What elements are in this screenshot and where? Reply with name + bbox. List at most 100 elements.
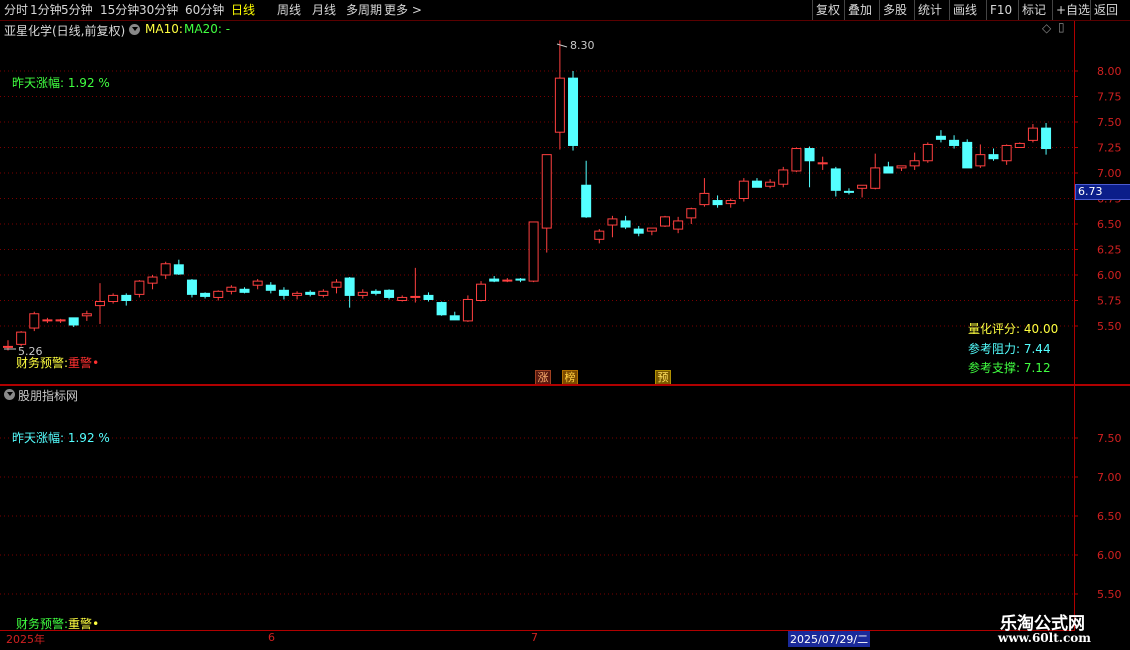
finance-warning-value: 重警 [68,356,93,370]
main-y-axis [1074,21,1075,385]
candle-body [121,294,132,301]
y-tick-label: 5.75 [1097,295,1122,308]
candle-body [502,279,513,282]
finance-warning: 财务预警:重警• [16,354,99,371]
candlestick-chart[interactable]: 8.007.757.507.257.006.756.506.256.005.75… [0,0,1130,385]
y-tick-label: 6.50 [1097,218,1122,231]
candle-body [765,181,776,187]
candle-body [817,162,828,165]
quant-score: 量化评分: 40.00 [968,320,1058,337]
candle-body [436,302,447,316]
high-marker [556,43,568,48]
candle-body [843,190,854,193]
candle-body [883,166,894,174]
candle-body [331,281,342,288]
candle-body [804,148,815,162]
candle-body [81,313,92,317]
candle-body [607,218,618,226]
candle-body [922,143,933,162]
candle-body [541,154,552,229]
sub-y-axis [1074,386,1075,630]
tag-limit-up[interactable]: 涨 [535,370,551,385]
yesterday-change-text: 昨天涨幅: [12,76,68,90]
candle-body [712,200,723,206]
candle-body [935,135,946,140]
sub-yesterday-change-label: 昨天涨幅: [12,431,68,445]
yesterday-change-value: 1.92 % [67,76,110,90]
finance-warning-label: 财务预警: [16,356,69,370]
y-tick-label: 7.50 [1097,432,1122,445]
candle-body [1001,144,1012,162]
candle-body [1027,127,1038,141]
candle-body [830,168,841,191]
candle-body [975,154,986,167]
candle-body [186,279,197,295]
candle-body [1014,142,1025,148]
resistance-value: 7.44 [1023,342,1051,356]
sub-finance-warning-value: 重警 [68,617,93,631]
y-tick-label: 7.00 [1097,471,1122,484]
candle-body [646,227,657,232]
y-tick-label: 7.00 [1097,167,1122,180]
candle-body [357,291,368,296]
candle-body [449,315,460,321]
y-tick-label: 8.00 [1097,65,1122,78]
high-price-label: 8.30 [570,39,595,52]
candle-body [42,319,53,322]
candle-body [791,148,802,172]
candle-body [265,284,276,291]
candle-body [397,296,408,302]
support-value: 7.12 [1023,361,1051,375]
candle-body [423,294,434,300]
candle-body [3,345,13,348]
y-tick-label: 7.50 [1097,116,1122,129]
candle-body [909,160,920,167]
candle-body [134,280,145,295]
candle-body [594,230,605,240]
quant-score-value: 40.00 [1023,322,1059,336]
candle-body [68,317,79,326]
candle-body [16,331,27,345]
resistance-label: 参考阻力: [968,342,1024,356]
selected-date: 2025/07/29/二 [788,631,871,647]
candle-body [988,154,999,160]
candle-body [252,280,263,286]
y-tick-label: 7.25 [1097,142,1122,155]
candle-body [699,192,710,206]
candle-body [462,298,473,322]
date-label-june: 6 [268,631,275,644]
y-tick-label: 5.50 [1097,588,1122,601]
date-label-july: 7 [531,631,538,644]
quant-score-label: 量化评分: [968,322,1024,336]
date-label-year: 2025年 [6,633,45,646]
candle-body [384,289,395,298]
y-tick-label: 6.00 [1097,549,1122,562]
candle-body [738,180,749,200]
indicator-chart[interactable]: 7.50 7.00 6.50 6.00 5.50 [0,386,1130,636]
candle-body [292,292,303,296]
y-tick-label: 7.75 [1097,91,1122,104]
candle-body [581,184,592,218]
candle-body [949,139,960,146]
candle-body [686,208,697,219]
candle-body [489,278,500,282]
y-tick-label: 6.25 [1097,244,1122,257]
candle-body [725,200,736,205]
indicator-title[interactable]: 股朋指标网 [18,387,78,404]
tag-forecast[interactable]: 预 [655,370,671,385]
candle-body [476,283,487,301]
chevron-down-icon[interactable] [4,389,15,400]
candle-body [778,169,789,185]
dot-icon: • [92,617,100,631]
candle-body [1041,127,1052,150]
candle-body [870,167,881,189]
resistance: 参考阻力: 7.44 [968,340,1051,357]
y-tick-label: 5.50 [1097,320,1122,333]
candle-body [660,216,670,227]
candle-body [173,264,184,275]
support-label: 参考支撑: [968,361,1024,375]
tag-ranking[interactable]: 榜 [562,370,578,385]
candle-body [344,277,355,296]
candle-body [239,288,250,293]
candle-body [620,220,631,228]
